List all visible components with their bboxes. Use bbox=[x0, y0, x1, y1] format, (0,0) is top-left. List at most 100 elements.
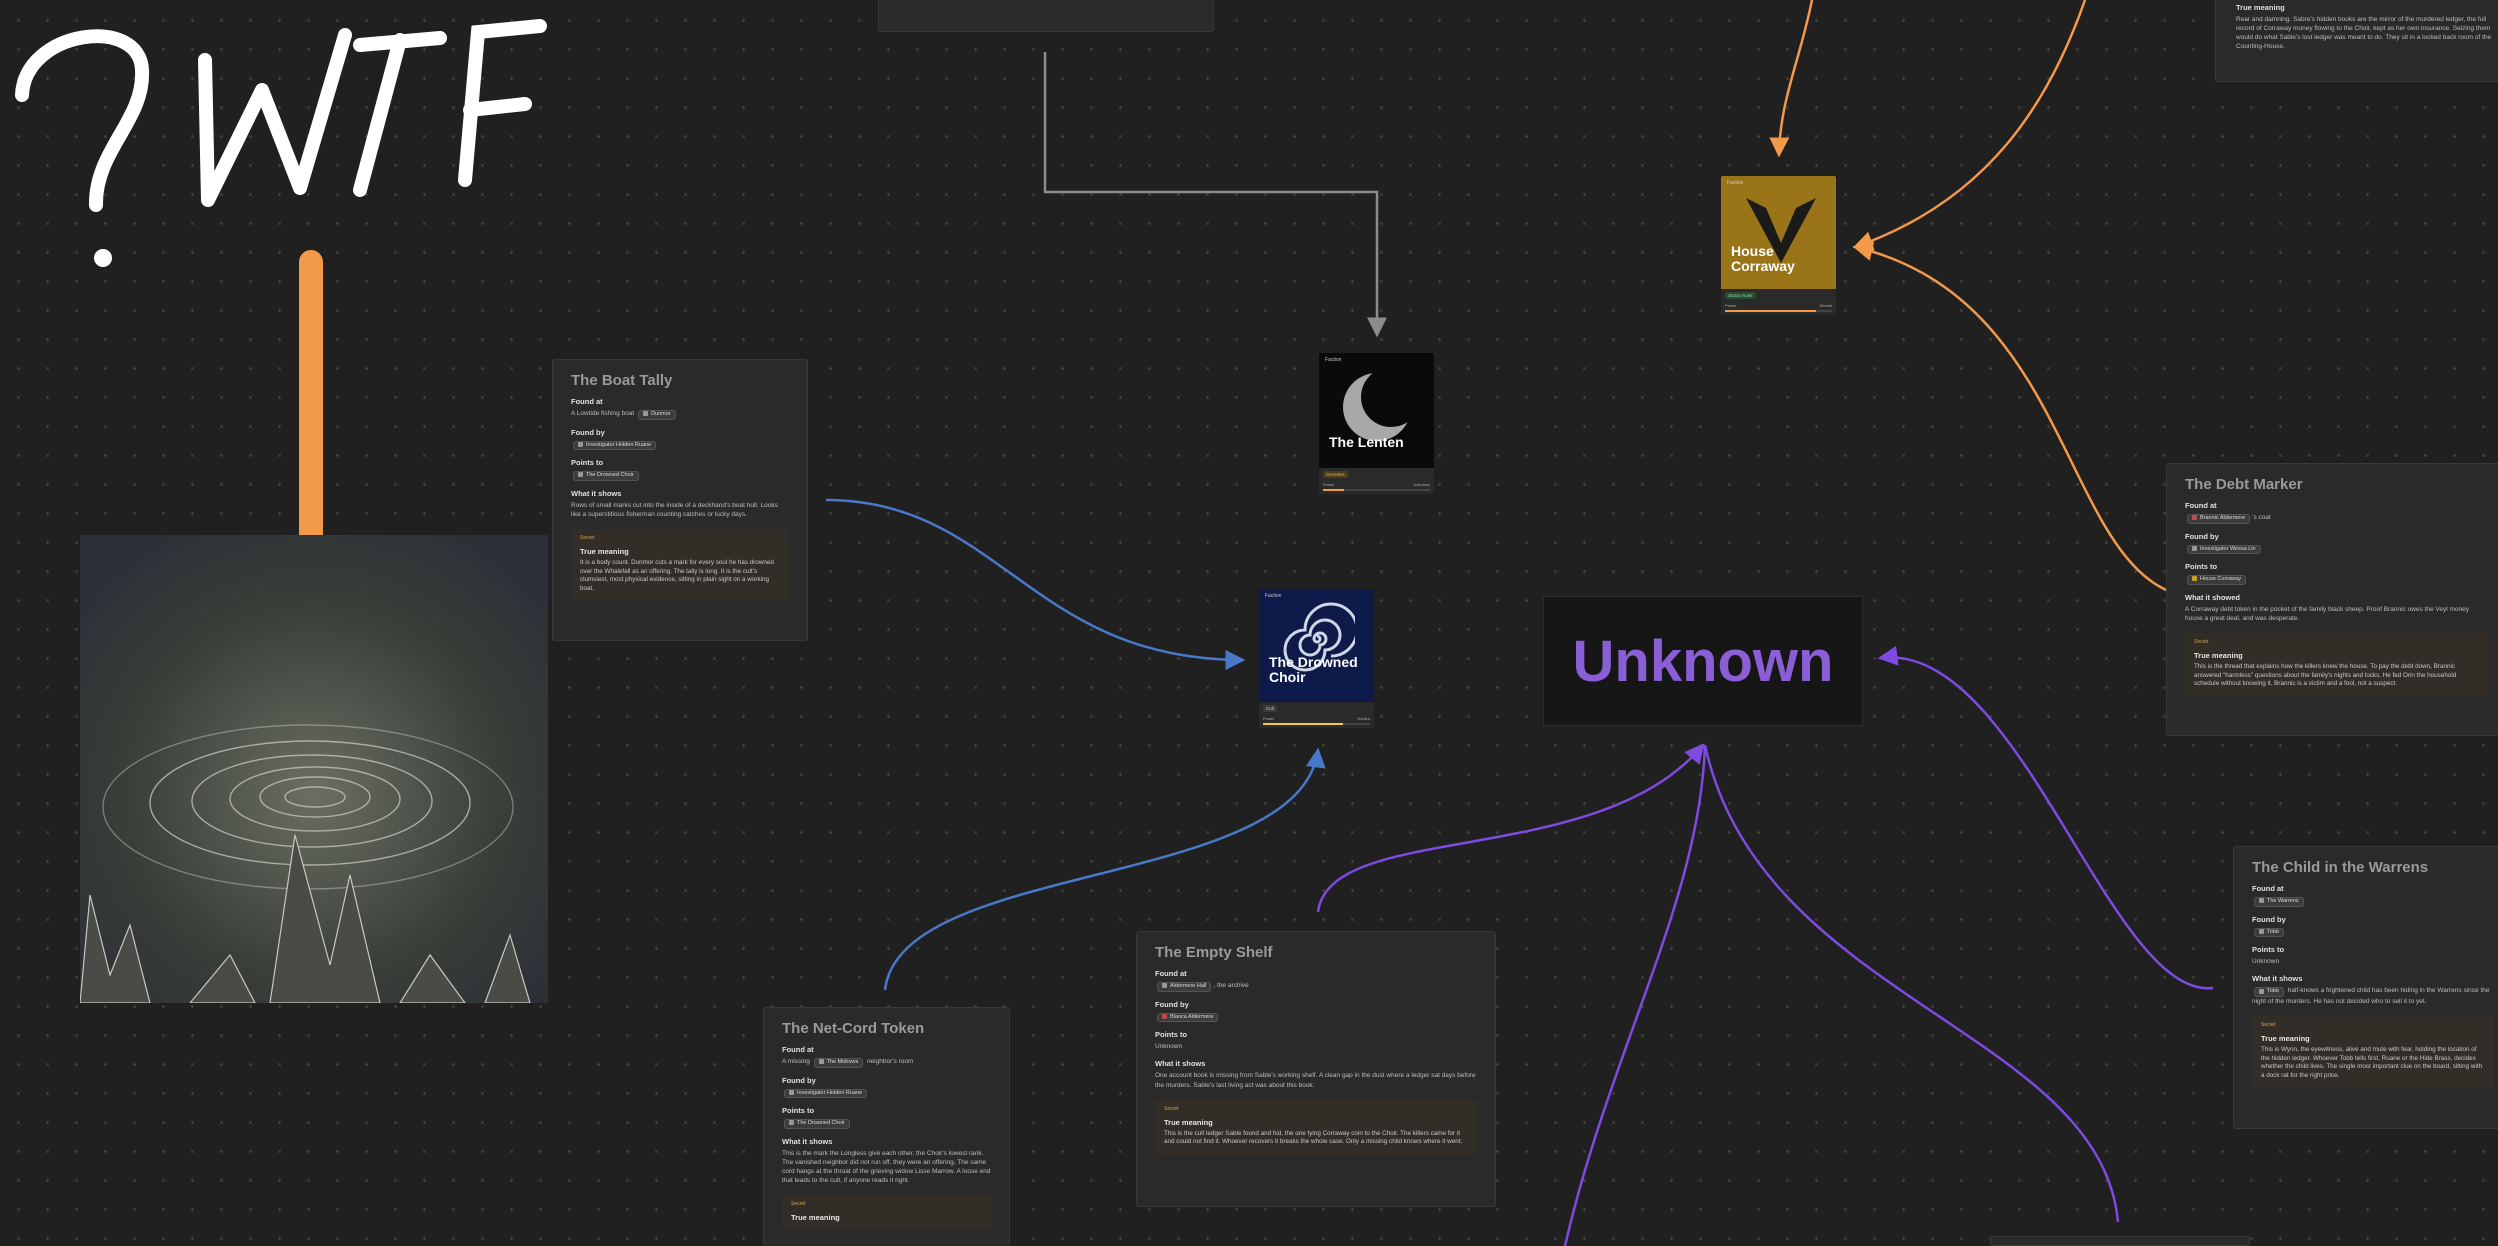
status-badge: Secretive bbox=[1323, 471, 1348, 478]
status-badge: Cult bbox=[1263, 705, 1278, 712]
points-to-label: Points to bbox=[2185, 562, 2218, 572]
points-to-value: The Drowned Choir bbox=[782, 1118, 991, 1130]
faction-tile-lenten[interactable]: Faction The Lenten Secretive Power Unknow… bbox=[1319, 353, 1434, 494]
true-meaning-label: True meaning bbox=[2194, 651, 2243, 661]
faction-chip[interactable]: House Corraway bbox=[2187, 575, 2246, 586]
found-by-label: Found by bbox=[1155, 999, 1189, 1009]
location-chip[interactable]: The Midrows bbox=[813, 1058, 864, 1068]
edge-orange-debt[interactable] bbox=[1852, 241, 2194, 600]
edge-orange-right-top[interactable] bbox=[1852, 0, 2087, 251]
partial-card-bottom-right[interactable] bbox=[1990, 1236, 2250, 1246]
person-chip[interactable]: Tobb bbox=[2254, 927, 2284, 938]
chip-label: Dunmor bbox=[651, 411, 671, 417]
faction-tile-drowned-choir[interactable]: Faction The Drowned Choir Cult Power Hidde… bbox=[1259, 589, 1374, 728]
clue-card-empty-shelf[interactable]: The Empty Shelf Found at Aldermere Hall,… bbox=[1136, 931, 1496, 1207]
faction-chip[interactable]: The Drowned Choir bbox=[573, 471, 639, 482]
true-meaning-text: It is a body count. Dunmor cuts a mark f… bbox=[580, 559, 774, 592]
faction-tile-corraway[interactable]: Faction House Corraway Status Ruler Power… bbox=[1721, 176, 1836, 315]
points-to-value: The Drowned Choir bbox=[571, 470, 789, 482]
edge-purple-bottom-right[interactable] bbox=[1703, 744, 2120, 1223]
found-at-label: Found at bbox=[2185, 501, 2217, 510]
power-bar bbox=[1323, 489, 1430, 491]
whirlpool-painting[interactable] bbox=[80, 535, 548, 1003]
partial-card-top-left[interactable] bbox=[878, 0, 1214, 32]
person-chip[interactable]: Brannic Aldermere bbox=[2187, 514, 2251, 524]
points-to-text: Unknown bbox=[2252, 958, 2280, 966]
edge-purple-bottom-left[interactable] bbox=[1563, 744, 1707, 1246]
true-meaning-label: True meaning bbox=[791, 1213, 840, 1223]
power-bar bbox=[1725, 310, 1832, 312]
question-mark-dot bbox=[94, 249, 112, 267]
chip-label: The Drowned Choir bbox=[797, 1120, 845, 1127]
found-at-value: Brannic Aldermere 's coat bbox=[2185, 513, 2487, 524]
found-at-value: A Lowtide fishing boat Dunmor bbox=[571, 409, 789, 420]
chip-label: The Drowned Choir bbox=[586, 472, 634, 479]
found-by-label: Found by bbox=[571, 427, 605, 437]
secret-box[interactable]: Secret True meaning This is Wynn, the ey… bbox=[2252, 1016, 2494, 1089]
edge-blue-boat[interactable] bbox=[825, 498, 1246, 670]
clue-card-net-cord[interactable]: The Net-Cord Token Found at A missing Th… bbox=[763, 1007, 1010, 1246]
found-by-label: Found by bbox=[2252, 914, 2286, 924]
top-partial-label: True meaning bbox=[2236, 3, 2285, 12]
clue-card-child-warrens[interactable]: The Child in the Warrens Found at The Wa… bbox=[2233, 846, 2498, 1129]
found-at-post: neighbor's room bbox=[866, 1058, 914, 1065]
secret-box[interactable]: Secret True meaning This is the cult led… bbox=[1155, 1099, 1477, 1155]
chip-label: Investigator Wessa Lin bbox=[2200, 545, 2256, 552]
secret-box[interactable]: Secret True meaning bbox=[782, 1195, 991, 1231]
person-chip[interactable]: Investigator Holden Ruane bbox=[784, 1088, 868, 1099]
secret-box[interactable]: Secret True meaning It is a body count. … bbox=[571, 529, 789, 602]
top-partial-text: Rear and damning. Sabre's hidden books a… bbox=[2236, 16, 2492, 51]
unknown-node[interactable]: Unknown bbox=[1543, 596, 1863, 726]
chip-dot-icon bbox=[789, 1089, 794, 1095]
edge-gray[interactable] bbox=[1043, 52, 1387, 338]
card-title: The Empty Shelf bbox=[1155, 944, 1273, 961]
shows-text: Rows of small marks cut into the inside … bbox=[571, 502, 778, 519]
edge-purple-shelf[interactable] bbox=[1316, 743, 1705, 913]
location-chip[interactable]: The Warrens bbox=[2254, 897, 2304, 907]
tile-name-line-2: Corraway bbox=[1731, 258, 1795, 275]
chip-dot-icon bbox=[2192, 576, 2197, 582]
chip-dot-icon bbox=[818, 1059, 824, 1065]
letter-t-stroke bbox=[353, 31, 447, 197]
whiteboard-canvas[interactable]: True meaning Rear and damning. Sabre's h… bbox=[0, 0, 2498, 1246]
location-chip[interactable]: Dunmor bbox=[638, 410, 676, 420]
secret-box[interactable]: Secret True meaning This is the thread t… bbox=[2185, 633, 2487, 697]
partial-card-top-right[interactable]: True meaning Rear and damning. Sabre's h… bbox=[2215, 0, 2498, 82]
found-at-value: Aldermere Hall , the archive bbox=[1155, 981, 1477, 992]
chip-dot-icon bbox=[643, 411, 649, 417]
shows-label: What it shows bbox=[1155, 1059, 1206, 1069]
points-to-value: House Corraway bbox=[2185, 574, 2487, 586]
question-mark-stroke bbox=[15, 29, 150, 212]
tile-name-line-1: The Drowned bbox=[1269, 654, 1358, 670]
edge-orange-top[interactable] bbox=[1769, 0, 1814, 158]
chip-label: House Corraway bbox=[2200, 576, 2241, 583]
faction-chip[interactable]: The Drowned Choir bbox=[784, 1119, 850, 1130]
chip-dot-icon bbox=[2192, 515, 2197, 521]
edge-purple-child[interactable] bbox=[1877, 645, 2214, 990]
found-by-value: Investigator Wessa Lin bbox=[2185, 544, 2487, 555]
person-chip[interactable]: Blanca Aldermere bbox=[1157, 1012, 1219, 1023]
found-at-label: Found at bbox=[782, 1045, 814, 1054]
found-by-label: Found by bbox=[782, 1075, 816, 1085]
tile-name: House Corraway bbox=[1731, 243, 1795, 275]
tile-footer: Cult Power Hidden bbox=[1259, 702, 1374, 728]
person-chip[interactable]: Tobb bbox=[2254, 987, 2284, 998]
meta-right: Hidden bbox=[1357, 716, 1370, 721]
true-meaning-text: This is the cult ledger Sable found and … bbox=[1164, 1129, 1463, 1146]
found-at-label: Found at bbox=[571, 397, 603, 406]
person-chip[interactable]: Investigator Holden Ruane bbox=[573, 440, 657, 451]
tile-name: The Drowned Choir bbox=[1269, 654, 1358, 686]
clue-card-boat-tally[interactable]: The Boat Tally Found at A Lowtide fishin… bbox=[552, 359, 808, 641]
location-chip[interactable]: Aldermere Hall bbox=[1157, 982, 1212, 992]
shows-text: This is the mark the Longless give each … bbox=[782, 1150, 991, 1185]
chip-label: Aldermere Hall bbox=[1170, 983, 1207, 989]
power-fill bbox=[1725, 310, 1816, 312]
person-chip[interactable]: Investigator Wessa Lin bbox=[2187, 544, 2261, 555]
power-fill bbox=[1263, 723, 1344, 725]
status-badge: Status Ruler bbox=[1725, 292, 1756, 299]
chip-dot-icon bbox=[2192, 545, 2197, 551]
chip-dot-icon bbox=[789, 1120, 794, 1126]
points-to-text: Unknown bbox=[1155, 1043, 1183, 1051]
points-to-label: Points to bbox=[782, 1106, 815, 1116]
clue-card-debt-marker[interactable]: The Debt Marker Found at Brannic Alderme… bbox=[2166, 463, 2498, 736]
